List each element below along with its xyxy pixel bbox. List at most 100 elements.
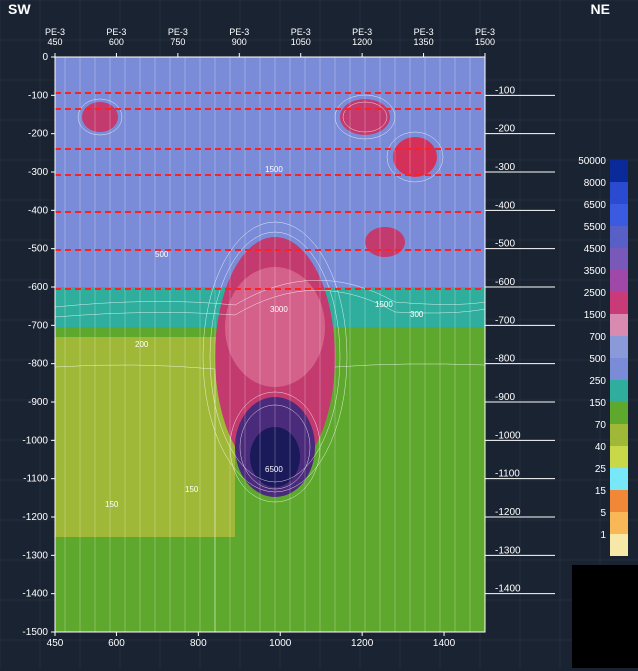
pe-x-1350: 1350 [414,37,434,47]
pe-label-1200: PE-3 [352,27,372,37]
legend-swatch-700 [610,336,628,358]
legend-swatch-2500 [610,292,628,314]
contour-label-150a: 150 [105,500,119,509]
y-tick--900: -900 [28,397,48,408]
y-tick--400: -400 [28,205,48,216]
pe-x-750: 750 [170,37,185,47]
contour-label-1500a: 1500 [265,165,283,174]
contour-label-500: 500 [155,250,169,259]
legend-swatch-1 [610,534,628,556]
pe-x-600: 600 [109,37,124,47]
hotspot-4 [365,227,405,257]
y-right--1400: -1400 [495,584,521,595]
x-tick-800: 800 [190,638,207,649]
resistivity-section-chart: SW NE 1500 3000 6500 150 200 500 150 150… [0,0,638,668]
chart-svg: SW NE 1500 3000 6500 150 200 500 150 150… [0,0,638,668]
pe-label-900: PE-3 [229,27,249,37]
legend-label-5500: 5500 [584,222,607,233]
direction-ne: NE [591,1,610,17]
y-tick-0: 0 [42,52,48,63]
legend-swatch-150 [610,402,628,424]
legend-swatch-25 [610,468,628,490]
legend-label-500: 500 [589,354,606,365]
legend-dark-panel [572,565,638,668]
y-tick--800: -800 [28,359,48,370]
y-right--100: -100 [495,85,515,96]
legend-swatch-15 [610,490,628,512]
y-tick--600: -600 [28,282,48,293]
legend-label-700: 700 [589,332,606,343]
y-tick--1000: -1000 [22,435,48,446]
contour-label-1500b: 1500 [375,300,393,309]
pe-x-1500: 1500 [475,37,495,47]
legend-label-70: 70 [595,420,607,431]
pe-x-900: 900 [232,37,247,47]
y-tick--1100: -1100 [23,474,48,485]
legend-label-25: 25 [595,464,607,475]
pe-label-750: PE-3 [168,27,188,37]
legend-swatch-250 [610,380,628,402]
plot-area: 1500 3000 6500 150 200 500 150 1500 300 [55,57,485,632]
hotspot-3 [82,102,118,132]
x-tick-1200: 1200 [351,638,374,649]
y-right--1300: -1300 [495,545,521,556]
legend-label-6500: 6500 [584,200,607,211]
y-right--200: -200 [495,124,515,135]
direction-sw: SW [8,1,31,17]
y-right--500: -500 [495,239,515,250]
y-right--700: -700 [495,315,515,326]
legend-swatch-5500 [610,226,628,248]
color-legend: 5000080006500550045003500250015007005002… [578,156,628,556]
y-right--1000: -1000 [495,430,521,441]
y-tick--1200: -1200 [22,512,48,523]
legend-label-4500: 4500 [584,244,607,255]
y-right--900: -900 [495,392,515,403]
legend-swatch-500 [610,358,628,380]
legend-label-15: 15 [595,486,607,497]
contour-label-6500: 6500 [265,465,283,474]
y-tick--1400: -1400 [22,589,48,600]
legend-swatch-40 [610,446,628,468]
legend-swatch-5 [610,512,628,534]
legend-swatch-70 [610,424,628,446]
legend-swatch-3500 [610,270,628,292]
legend-label-40: 40 [595,442,607,453]
hotspot-2 [393,137,437,177]
legend-swatch-6500 [610,204,628,226]
x-axis-bottom: 450600800100012001400 [47,632,456,649]
pe-label-1500: PE-3 [475,27,495,37]
contour-label-300: 300 [410,310,424,319]
y-tick--200: -200 [28,129,48,140]
legend-swatch-8000 [610,182,628,204]
contour-label-3000: 3000 [270,305,288,314]
y-right--300: -300 [495,162,515,173]
x-tick-1400: 1400 [433,638,456,649]
y-right--1100: -1100 [495,469,520,480]
y-tick--1500: -1500 [22,627,48,638]
legend-label-2500: 2500 [584,288,607,299]
pe-x-450: 450 [47,37,62,47]
legend-label-50000: 50000 [578,156,606,167]
legend-label-3500: 3500 [584,266,607,277]
x-tick-1000: 1000 [269,638,292,649]
y-tick--300: -300 [28,167,48,178]
legend-swatch-4500 [610,248,628,270]
y-tick--100: -100 [28,90,48,101]
contour-label-200: 200 [135,340,149,349]
y-right--1200: -1200 [495,507,521,518]
legend-label-150: 150 [589,398,606,409]
y-tick--500: -500 [28,244,48,255]
legend-label-1: 1 [600,530,606,541]
pe-label-1050: PE-3 [291,27,311,37]
legend-label-250: 250 [589,376,606,387]
legend-swatch-50000 [610,160,628,182]
pe-label-600: PE-3 [106,27,126,37]
contour-label-150b: 150 [185,485,199,494]
pe-x-1050: 1050 [291,37,311,47]
pe-x-1200: 1200 [352,37,372,47]
x-tick-450: 450 [47,638,64,649]
pe-stations-top: PE-3450PE-3600PE-3750PE-3900PE-31050PE-3… [45,27,495,57]
legend-label-5: 5 [600,508,606,519]
y-right--400: -400 [495,200,515,211]
legend-swatch-1500 [610,314,628,336]
